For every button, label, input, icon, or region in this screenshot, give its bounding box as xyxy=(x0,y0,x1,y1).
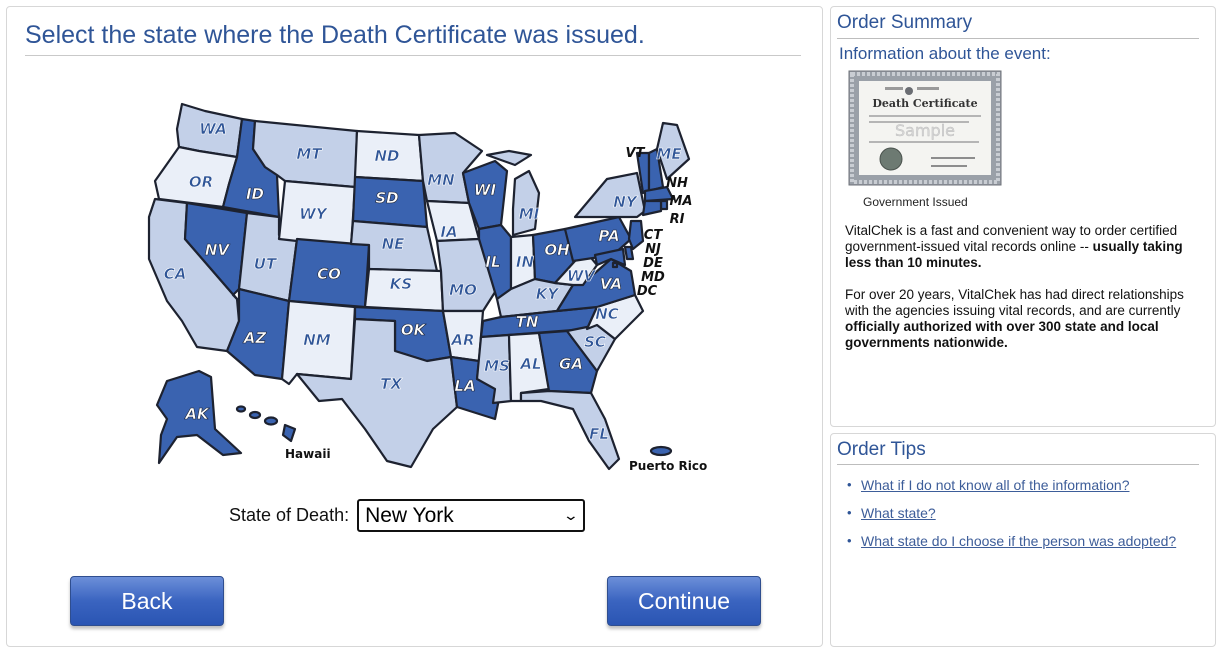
state-label-me: ME xyxy=(656,145,682,163)
state-de[interactable] xyxy=(623,245,635,261)
state-of-death-select[interactable]: New York ⌄ xyxy=(357,499,586,532)
state-select-row: State of Death: New York ⌄ xyxy=(229,499,586,532)
main-panel: Select the state where the Death Certifi… xyxy=(6,6,823,647)
state-label-in: IN xyxy=(516,253,535,271)
state-label-ak: AK xyxy=(184,405,210,423)
state-label-id: ID xyxy=(246,185,264,203)
state-label-nj: NJ xyxy=(645,242,661,257)
state-label-ok: OK xyxy=(401,321,427,339)
tips-list: What if I do not know all of the informa… xyxy=(845,476,1185,560)
state-label-sc: SC xyxy=(584,333,606,351)
state-label-va: VA xyxy=(600,275,622,293)
us-state-map[interactable]: WA OR CA ID NV MT WY UT AZ CO NM ND SD NE KS OK TX MN IA MO… xyxy=(137,89,707,479)
hawaii-islands[interactable] xyxy=(235,405,297,443)
state-label-ca: CA xyxy=(164,265,187,283)
summary-description: VitalChek is a fast and convenient way t… xyxy=(845,223,1205,367)
summary-paragraph-2-text: For over 20 years, VitalChek has had dir… xyxy=(845,287,1184,318)
state-label-az: AZ xyxy=(243,329,268,347)
state-label-ri: RI xyxy=(670,212,685,227)
state-label-oh: OH xyxy=(544,241,570,259)
summary-paragraph-1: VitalChek is a fast and convenient way t… xyxy=(845,223,1205,271)
state-label-mt: MT xyxy=(296,145,323,163)
tip-item: What state? xyxy=(845,504,1185,522)
state-label-ct: CT xyxy=(644,228,664,243)
order-summary-title: Order Summary xyxy=(837,12,973,33)
state-label-ks: KS xyxy=(390,275,412,293)
tip-link-what-state[interactable]: What state? xyxy=(861,505,936,521)
hawaii-label: Hawaii xyxy=(285,447,331,461)
state-label-mn: MN xyxy=(427,171,455,189)
state-label-ma: MA xyxy=(670,194,693,209)
state-label-tn: TN xyxy=(516,313,539,331)
state-label-dc: DC xyxy=(637,284,658,299)
state-label-wa: WA xyxy=(199,120,227,138)
state-label-mo: MO xyxy=(449,281,477,299)
tip-link-missing-info[interactable]: What if I do not know all of the informa… xyxy=(861,477,1129,493)
state-label-il: IL xyxy=(485,253,500,271)
state-label-wi: WI xyxy=(474,181,497,199)
back-button[interactable]: Back xyxy=(70,576,224,626)
death-certificate-sample-image: Death Certificate Sample xyxy=(848,70,1002,186)
summary-paragraph-2: For over 20 years, VitalChek has had dir… xyxy=(845,287,1205,351)
chevron-down-icon: ⌄ xyxy=(562,507,580,523)
order-tips-title: Order Tips xyxy=(837,439,926,460)
state-ct[interactable] xyxy=(641,199,663,217)
puerto-rico-shape[interactable] xyxy=(649,445,673,457)
state-label-sd: SD xyxy=(375,189,398,207)
state-label-or: OR xyxy=(189,173,213,191)
tips-divider xyxy=(837,464,1199,465)
state-label-fl: FL xyxy=(589,425,609,443)
page-title: Select the state where the Death Certifi… xyxy=(25,21,645,49)
state-label-la: LA xyxy=(454,377,475,395)
tip-link-adopted[interactable]: What state do I choose if the person was… xyxy=(861,533,1176,549)
state-label-pa: PA xyxy=(598,227,619,245)
summary-paragraph-2-bold: officially authorized with over 300 stat… xyxy=(845,319,1159,350)
selected-state-value: New York xyxy=(365,503,454,527)
state-label-co: CO xyxy=(317,265,341,283)
state-label-ne: NE xyxy=(382,235,406,253)
state-label-vt: VT xyxy=(626,146,646,161)
tip-item: What if I do not know all of the informa… xyxy=(845,476,1185,494)
state-label-nh: NH xyxy=(666,176,688,191)
certificate-sample-stamp: Sample xyxy=(895,121,955,140)
state-label-ut: UT xyxy=(254,255,278,273)
state-label-de: DE xyxy=(643,256,663,271)
state-label-md: MD xyxy=(641,270,665,285)
state-label-ky: KY xyxy=(536,285,561,303)
order-tips-panel: Order Tips What if I do not know all of … xyxy=(830,433,1216,647)
state-nj[interactable] xyxy=(627,219,645,251)
state-label-nd: ND xyxy=(374,147,399,165)
state-label-tx: TX xyxy=(380,375,403,393)
state-label-ms: MS xyxy=(484,357,510,375)
state-of-death-label: State of Death: xyxy=(229,505,350,525)
state-label-nc: NC xyxy=(595,305,619,323)
state-label-nm: NM xyxy=(303,331,331,349)
state-label-wv: WV xyxy=(567,267,597,285)
certificate-caption: Government Issued xyxy=(863,195,968,209)
state-label-wy: WY xyxy=(299,205,329,223)
state-label-nv: NV xyxy=(205,241,231,259)
summary-divider xyxy=(837,38,1199,39)
puerto-rico-label: Puerto Rico xyxy=(629,459,707,473)
event-info-subtitle: Information about the event: xyxy=(839,44,1051,63)
state-label-mi: MI xyxy=(519,205,540,223)
state-label-ia: IA xyxy=(440,223,457,241)
certificate-heading: Death Certificate xyxy=(872,97,977,110)
order-summary-panel: Order Summary Information about the even… xyxy=(830,6,1216,427)
state-label-ga: GA xyxy=(559,355,583,373)
tip-item: What state do I choose if the person was… xyxy=(845,532,1185,550)
state-dc[interactable] xyxy=(611,261,619,269)
continue-button[interactable]: Continue xyxy=(607,576,761,626)
state-label-al: AL xyxy=(519,355,541,373)
state-label-ar: AR xyxy=(450,331,474,349)
state-label-ny: NY xyxy=(613,193,639,211)
title-divider xyxy=(25,55,801,56)
